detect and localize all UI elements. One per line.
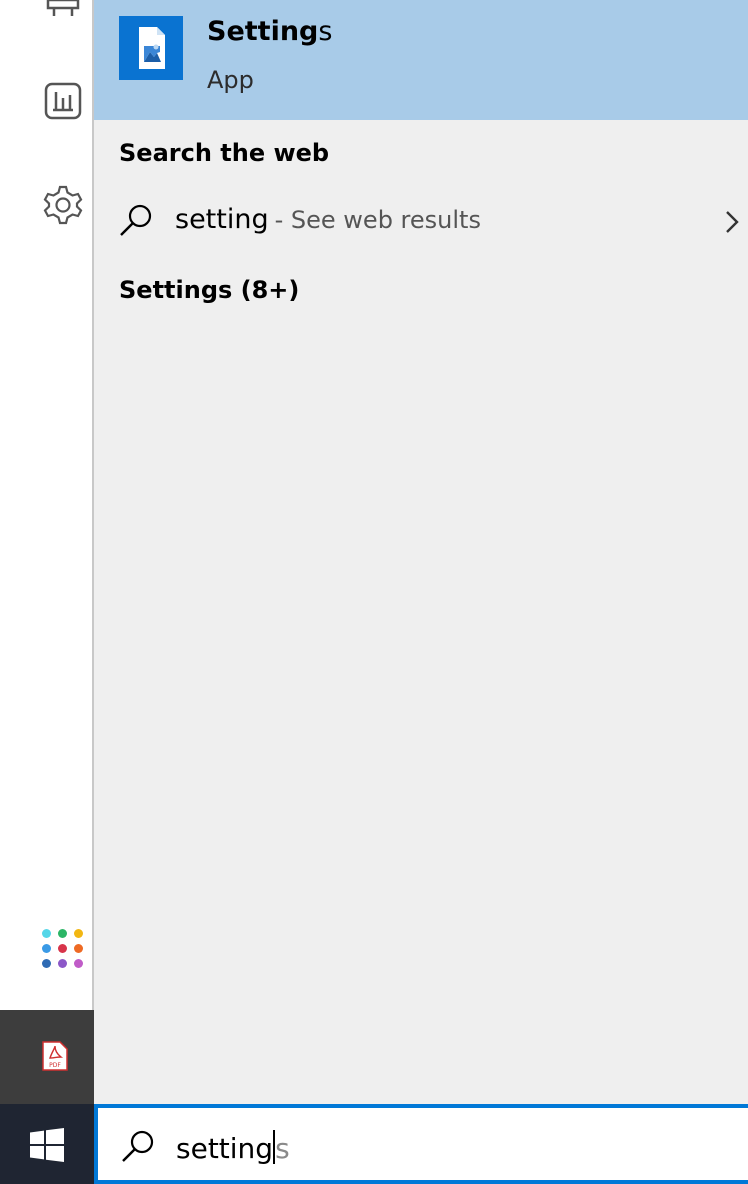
chevron-right-icon[interactable] <box>722 208 742 236</box>
best-match-result[interactable]: Settings App <box>94 0 748 120</box>
reports-icon[interactable] <box>40 78 86 124</box>
web-search-result[interactable]: setting - See web results <box>94 190 748 256</box>
gear-icon[interactable] <box>40 182 86 228</box>
search-icon <box>118 202 154 238</box>
search-input[interactable]: settings <box>94 1104 748 1184</box>
settings-section-heading[interactable]: Settings (8+) <box>119 276 299 304</box>
result-title: Settings <box>207 16 333 47</box>
search-input-text[interactable]: settings <box>176 1130 290 1165</box>
left-rail <box>0 0 94 1010</box>
web-query-text: setting - See web results <box>175 204 481 235</box>
pdf-icon[interactable]: PDF <box>42 1041 68 1071</box>
settings-app-icon <box>119 16 183 80</box>
windows-logo-icon[interactable] <box>30 1128 64 1162</box>
search-icon <box>120 1128 156 1164</box>
svg-text:PDF: PDF <box>49 1062 61 1069</box>
apps-grid-icon[interactable] <box>42 929 84 971</box>
search-results-panel: Settings App Search the web setting - See… <box>94 0 748 1104</box>
result-type: App <box>207 66 254 94</box>
web-section-heading: Search the web <box>119 139 330 167</box>
store-icon[interactable] <box>40 0 86 32</box>
